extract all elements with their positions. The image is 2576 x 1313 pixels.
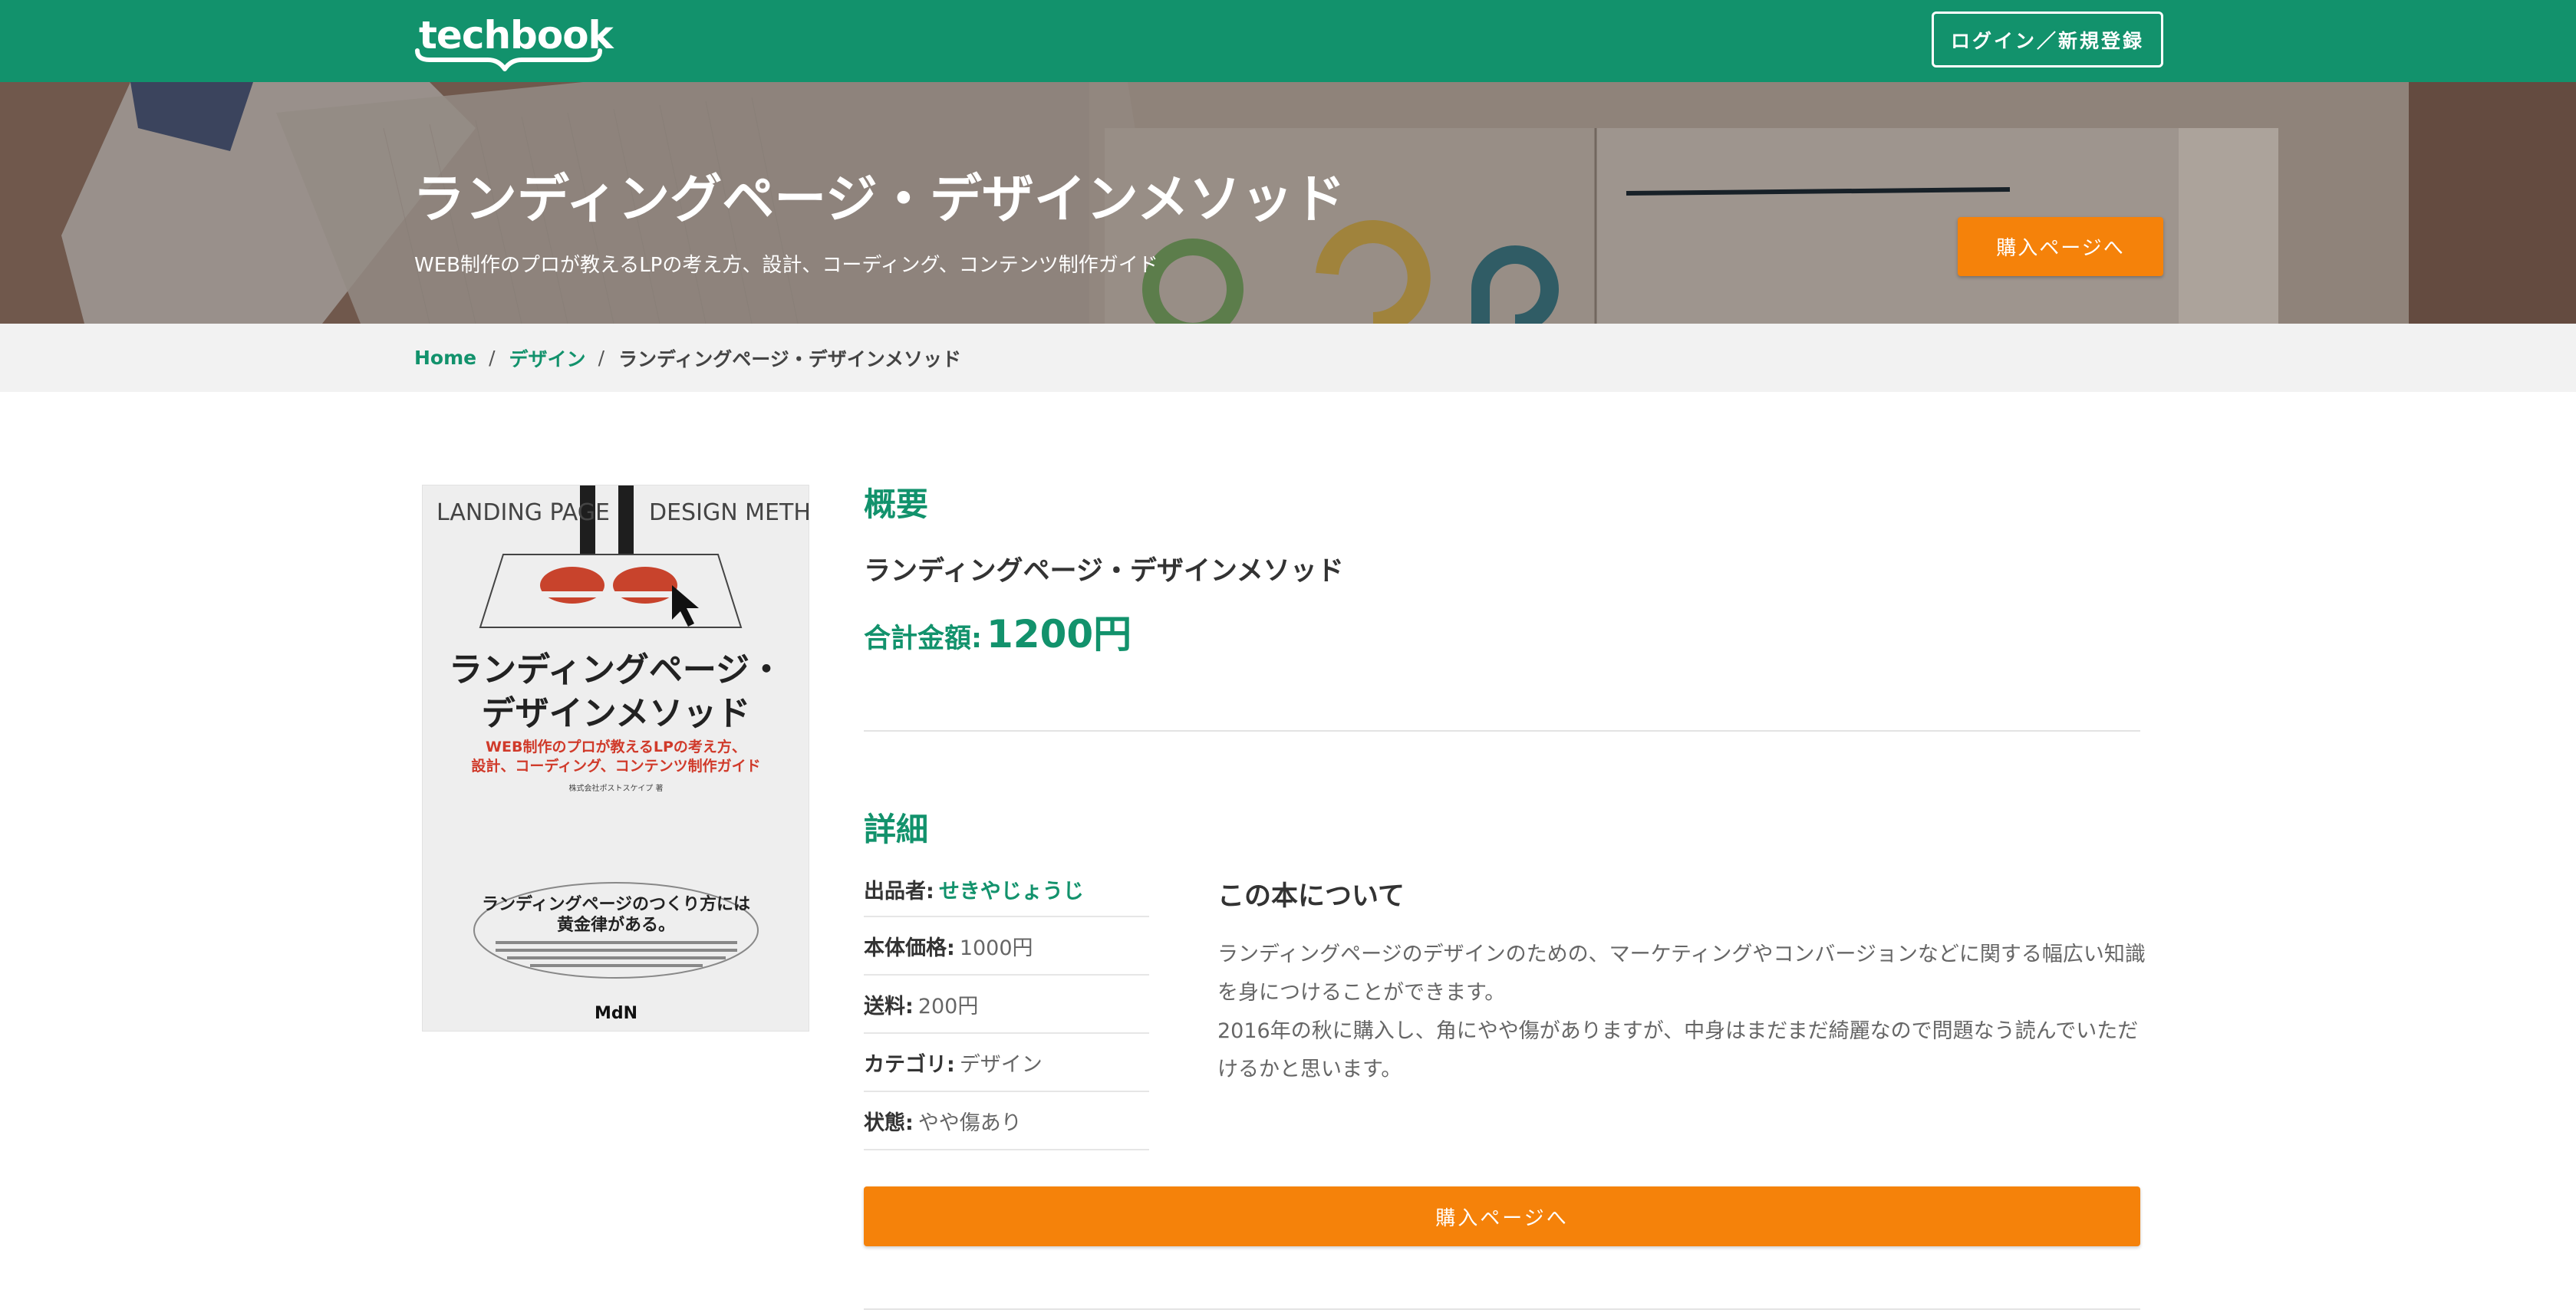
section-divider xyxy=(864,730,2140,732)
price-label: 合計金額: xyxy=(864,624,982,654)
price-value: 1200円 xyxy=(987,612,1132,656)
about-paragraph: ランディングページのデザインのための、マーケティングやコンバージョンなどに関する… xyxy=(1217,943,2146,1005)
cover-subtitle-line1: WEB制作のプロが教えるLPの考え方、 xyxy=(486,738,746,755)
breadcrumb-home-link[interactable]: Home xyxy=(414,347,476,369)
breadcrumb: Home / デザイン / ランディングページ・デザインメソッド xyxy=(414,324,961,392)
hero-buy-button[interactable]: 購入ページへ xyxy=(1958,217,2163,276)
detail-shipping: 送料: 200円 xyxy=(864,976,1149,1034)
cover-tagline-line1: ランディングページのつくり方には xyxy=(482,894,750,914)
detail-label: 本体価格: xyxy=(864,936,955,960)
detail-condition: 状態: やや傷あり xyxy=(864,1092,1149,1150)
cover-title-line2: デザインメソッド xyxy=(482,694,751,733)
techbook-logo[interactable]: techbook xyxy=(413,11,614,72)
breadcrumb-bar: Home / デザイン / ランディングページ・デザインメソッド xyxy=(0,324,2576,392)
section-divider xyxy=(864,1308,2140,1310)
buy-page-button[interactable]: 購入ページへ xyxy=(864,1186,2140,1246)
cover-publisher: MdN xyxy=(595,1004,637,1023)
detail-value: 1000円 xyxy=(959,936,1033,960)
hero-banner: ランディングページ・デザインメソッド WEB制作のプロが教えるLPの考え方、設計… xyxy=(0,82,2576,324)
details-heading: 詳細 xyxy=(864,811,929,848)
detail-seller: 出品者: せきやじょうじ xyxy=(864,862,1149,917)
seller-link[interactable]: せきやじょうじ xyxy=(939,874,1084,904)
breadcrumb-category-link[interactable]: デザイン xyxy=(509,344,586,372)
book-name: ランディングページ・デザインメソッド xyxy=(864,556,1344,587)
detail-label: 出品者: xyxy=(864,879,934,903)
details-list: 出品者: せきやじょうじ 本体価格: 1000円 送料: 200円 カテゴリ: … xyxy=(864,862,1149,1150)
detail-label: カテゴリ: xyxy=(864,1052,955,1077)
detail-list-price: 本体価格: 1000円 xyxy=(864,917,1149,976)
cover-subtitle-line2: 設計、コーディング、コンテンツ制作ガイド xyxy=(471,757,760,775)
detail-category: カテゴリ: デザイン xyxy=(864,1034,1149,1092)
breadcrumb-separator: / xyxy=(598,347,604,369)
about-paragraph: 2016年の秋に購入し、角にやや傷がありますが、中身はまだまだ綺麗なので問題なう… xyxy=(1217,1019,2139,1081)
book-cover-art: LANDING PAGE DESIGN METHOD ランディングページ・ デザ… xyxy=(423,485,809,1031)
detail-value: 200円 xyxy=(917,994,979,1018)
overview-heading: 概要 xyxy=(864,485,929,523)
cover-author: 株式会社ポストスケイプ 著 xyxy=(569,783,664,793)
detail-value: やや傷あり xyxy=(917,1111,1022,1135)
login-signup-button[interactable]: ログイン／新規登録 xyxy=(1932,12,2163,67)
detail-value: デザイン xyxy=(959,1052,1043,1077)
hero-title: ランディングページ・デザインメソッド xyxy=(413,169,1346,230)
hero-subtitle: WEB制作のプロが教えるLPの考え方、設計、コーディング、コンテンツ制作ガイド xyxy=(414,254,1158,277)
cover-label-right: DESIGN METHOD xyxy=(649,499,809,526)
detail-label: 状態: xyxy=(864,1111,914,1135)
about-heading: この本について xyxy=(1217,881,1405,912)
detail-label: 送料: xyxy=(864,994,914,1018)
book-cover-image: LANDING PAGE DESIGN METHOD ランディングページ・ デザ… xyxy=(422,485,809,1032)
cover-label-left: LANDING PAGE xyxy=(436,499,610,526)
breadcrumb-separator: / xyxy=(489,347,496,369)
top-navbar: techbook ログイン／新規登録 xyxy=(0,0,2576,82)
total-price: 合計金額: 1200円 xyxy=(864,604,1132,659)
cover-tagline-line2: 黄金律がある。 xyxy=(557,915,675,935)
cover-title-line1: ランディングページ・ xyxy=(449,650,783,689)
breadcrumb-current: ランディングページ・デザインメソッド xyxy=(618,347,962,370)
logo-smile-icon xyxy=(415,48,602,71)
about-description: ランディングページのデザインのための、マーケティングやコンバージョンなどに関する… xyxy=(1217,936,2146,1089)
